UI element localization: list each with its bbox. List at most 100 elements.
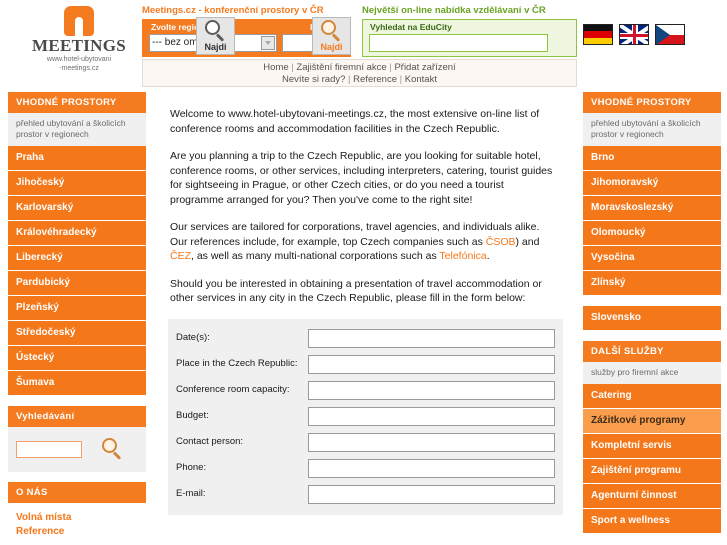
language-flags [583,24,685,45]
panel-subtitle: služby pro firemní akce [583,362,721,384]
nav-separator: | [399,74,403,85]
paragraph-services-part3: , as well as many multi-national corpora… [191,250,440,262]
search-icon [204,20,228,44]
page-root: MEETINGS www.hotel-ubytovani -meetings.c… [0,0,727,545]
nav-row-2: Nevíte si rady? | Reference | Kontakt [143,74,576,86]
panel-o-nas-body: Volná místa Reference [8,503,146,545]
educity-search-box: Vyhledat na EduCity [362,19,577,57]
site-logo[interactable]: MEETINGS www.hotel-ubytovani -meetings.c… [20,4,138,72]
sidebar-item-zazitkove-programy[interactable]: Zážitkové programy [583,409,721,434]
nav-item-reference[interactable]: Reference [353,74,397,85]
form-row-capacity: Conference room capacity: [176,380,555,400]
main-content: Welcome to www.hotel-ubytovani-meetings.… [157,92,575,545]
sidebar-search-row [16,436,138,462]
form-row-place: Place in the Czech Republic: [176,354,555,374]
form-input-email[interactable] [308,484,555,504]
sidebar-left: VHODNÉ PROSTORY přehled ubytování a škol… [8,92,146,545]
sidebar-item-slovensko[interactable]: Slovensko [583,306,721,331]
sidebar-item-zajisteni-programu[interactable]: Zajištění programu [583,459,721,484]
nav-item-pridat-zarizeni[interactable]: Přidat zařízení [394,62,455,73]
paragraph-form-intro: Should you be interested in obtaining a … [170,277,542,305]
form-input-dates[interactable] [308,328,555,348]
logo-url-line1: www.hotel-ubytovani [46,56,112,63]
link-telefonica[interactable]: Telefónica [439,250,486,262]
form-input-budget[interactable] [308,406,555,426]
sidebar-item-kralovehradecky[interactable]: Královéhradecký [8,221,146,246]
nav-item-nevite-si-rady[interactable]: Nevíte si rady? [282,74,345,85]
main-navigation: Home | Zajištění firemní akce | Přidat z… [142,59,577,87]
panel-heading: VHODNÉ PROSTORY [583,92,721,113]
panel-subtitle: přehled ubytování a školicích prostor v … [8,113,146,146]
form-label-phone: Phone: [176,462,207,473]
form-label-budget: Budget: [176,410,209,421]
search-icon [320,20,344,44]
link-cez[interactable]: ČEZ [170,250,191,262]
sidebar-item-jihomoravsky[interactable]: Jihomoravský [583,171,721,196]
sidebar-item-catering[interactable]: Catering [583,384,721,409]
paragraph-services-part2: ) and [515,235,540,248]
sidebar-search-input[interactable] [16,440,82,458]
sidebar-item-karlovarsky[interactable]: Karlovarský [8,196,146,221]
sidebar-item-kompletni-servis[interactable]: Kompletní servis [583,434,721,459]
sidebar-item-agenturni-cinnost[interactable]: Agenturní činnost [583,484,721,509]
panel-subtitle: přehled ubytování a školicích prostor v … [583,113,721,146]
nav-separator: | [348,74,351,85]
sidebar-link-reference[interactable]: Reference [16,525,138,539]
sidebar-item-brno[interactable]: Brno [583,146,721,171]
form-input-phone[interactable] [308,458,555,478]
flag-cz-icon[interactable] [655,24,685,45]
meetings-search-title: Meetings.cz - konferenční prostory v ČR [142,5,324,16]
search-icon[interactable] [101,438,125,462]
panel-o-nas: O NÁS Volná místa Reference [8,482,146,545]
sidebar-item-stredocesky[interactable]: Středočeský [8,321,146,346]
sidebar-item-zlinsky[interactable]: Zlínský [583,271,721,296]
panel-heading: DALŠÍ SLUŽBY [583,341,721,362]
panel-vyhledavani: Vyhledávání [8,406,146,472]
link-csob[interactable]: ČSOB [486,236,516,248]
sidebar-item-jihocesky[interactable]: Jihočeský [8,171,146,196]
nav-item-kontakt[interactable]: Kontakt [405,74,437,85]
logo-url-line2: -meetings.cz [59,64,99,72]
chevron-down-icon[interactable] [261,36,275,50]
form-input-place[interactable] [308,354,555,374]
panel-heading: O NÁS [8,482,146,503]
sidebar-item-ustecky[interactable]: Ústecký [8,346,146,371]
intro-text: Welcome to www.hotel-ubytovani-meetings.… [157,92,575,306]
nav-row-1: Home | Zajištění firemní akce | Přidat z… [143,62,576,74]
form-label-capacity: Conference room capacity: [176,384,290,395]
educity-search-widget: Největší on-line nabídka vzdělávaní v ČR… [362,5,577,57]
panel-vhodne-prostory-right: VHODNÉ PROSTORY přehled ubytování a škol… [583,92,721,296]
sidebar-item-praha[interactable]: Praha [8,146,146,171]
flag-gb-icon[interactable] [619,24,649,45]
nav-item-zajisteni-firemni-akce[interactable]: Zajištění firemní akce [296,62,386,73]
form-input-contact-person[interactable] [308,432,555,452]
sidebar-item-vysocina[interactable]: Vysočina [583,246,721,271]
form-row-email: E-mail: [176,484,555,504]
sidebar-item-plzensky[interactable]: Plzeňský [8,296,146,321]
sidebar-item-sport-a-wellness[interactable]: Sport a wellness [583,509,721,534]
sidebar-item-olomoucky[interactable]: Olomoucký [583,221,721,246]
sidebar-item-moravskoslezsky[interactable]: Moravskoslezský [583,196,721,221]
panel-heading: Vyhledávání [8,406,146,427]
form-label-dates: Date(s): [176,332,210,343]
educity-search-input[interactable] [369,34,548,52]
paragraph-welcome: Welcome to www.hotel-ubytovani-meetings.… [170,108,540,135]
educity-search-submit-button[interactable]: Najdi [196,17,235,55]
form-row-dates: Date(s): [176,328,555,348]
sidebar-link-volna-mista[interactable]: Volná místa [16,511,138,525]
form-input-capacity[interactable] [308,380,555,400]
educity-search-title: Největší on-line nabídka vzdělávaní v ČR [362,5,546,16]
sidebar-item-liberecky[interactable]: Liberecký [8,246,146,271]
site-header: MEETINGS www.hotel-ubytovani -meetings.c… [0,0,727,88]
sidebar-item-sumava[interactable]: Šumava [8,371,146,396]
meetings-search-submit-button[interactable]: Najdi [312,17,351,55]
paragraph-services: Our services are tailored for corporatio… [170,220,559,264]
flag-de-icon[interactable] [583,24,613,45]
meetings-search-submit-label: Najdi [320,42,343,52]
panel-dalsi-sluzby: DALŠÍ SLUŽBY služby pro firemní akce Cat… [583,341,721,534]
form-row-phone: Phone: [176,458,555,478]
sidebar-item-pardubicky[interactable]: Pardubický [8,271,146,296]
nav-item-home[interactable]: Home [263,62,288,73]
form-label-contact-person: Contact person: [176,436,244,447]
form-row-contact-person: Contact person: [176,432,555,452]
